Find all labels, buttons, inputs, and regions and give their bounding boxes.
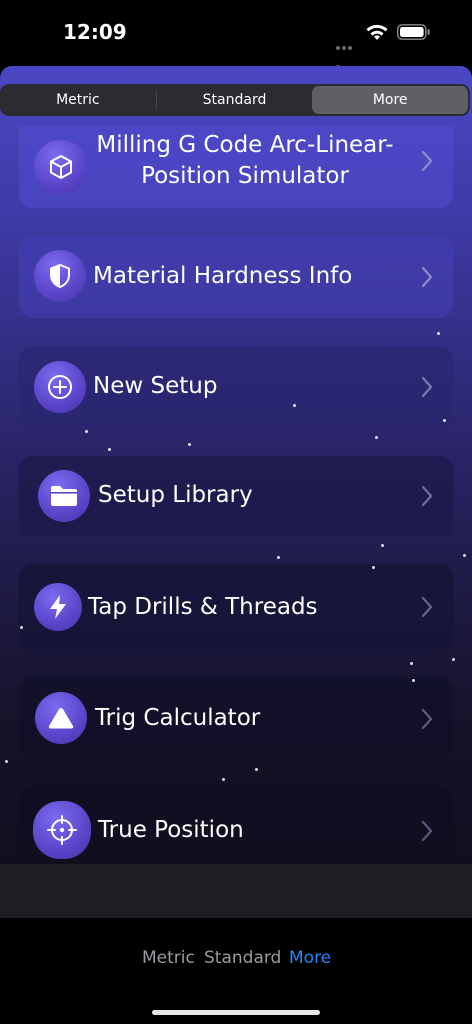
cellular-signal-icon	[336, 35, 358, 69]
star-decoration	[188, 443, 191, 446]
status-time: 12:09	[63, 20, 127, 44]
tab-bar: Metric Standard More	[0, 918, 472, 1024]
star-decoration	[452, 658, 455, 661]
segment-metric[interactable]: Metric	[0, 86, 156, 114]
list-item-label: Tap Drills & Threads	[88, 594, 318, 620]
shield-icon-circle	[34, 250, 86, 302]
star-decoration	[372, 566, 375, 569]
list-item-label: Material Hardness Info	[93, 263, 353, 289]
star-decoration	[20, 626, 23, 629]
list-item-milling-simulator[interactable]: Milling G Code Arc-Linear- Position Simu…	[19, 126, 453, 208]
triangle-icon	[48, 708, 74, 729]
battery-icon	[397, 24, 430, 40]
segment-more[interactable]: More	[312, 86, 469, 114]
shield-icon	[50, 263, 70, 289]
plus-circle-icon	[48, 375, 72, 399]
list-item-label: True Position	[98, 817, 244, 843]
tab-standard[interactable]: Standard	[204, 948, 281, 968]
list-item-tap-drills[interactable]: Tap Drills & Threads	[19, 564, 453, 650]
list-item-label: New Setup	[93, 373, 218, 399]
star-decoration	[293, 404, 296, 407]
home-indicator[interactable]	[152, 1010, 320, 1015]
bolt-icon-circle	[34, 583, 82, 631]
star-decoration	[412, 679, 415, 682]
list-item-label-line1: Milling G Code Arc-Linear-	[96, 132, 394, 158]
crosshair-icon-circle	[33, 801, 91, 859]
star-decoration	[222, 778, 225, 781]
chevron-right-icon	[421, 596, 433, 618]
list-item-true-position[interactable]: True Position	[19, 786, 453, 864]
bottom-band	[0, 864, 472, 918]
folder-icon-circle	[38, 470, 90, 522]
star-decoration	[108, 448, 111, 451]
triangle-icon-circle	[35, 692, 87, 744]
cube-icon-circle	[34, 140, 88, 194]
status-bar: 12:09	[0, 0, 472, 69]
crosshair-icon	[47, 815, 77, 845]
chevron-right-icon	[421, 266, 433, 288]
star-decoration	[443, 419, 446, 422]
list-item-label: Trig Calculator	[95, 705, 261, 731]
star-decoration	[277, 556, 280, 559]
star-decoration	[463, 554, 466, 557]
list-item-setup-library[interactable]: Setup Library	[19, 456, 453, 536]
star-decoration	[85, 430, 88, 433]
star-decoration	[410, 662, 413, 665]
chevron-right-icon	[421, 150, 433, 172]
tools-list: Milling G Code Arc-Linear- Position Simu…	[0, 126, 472, 864]
segment-standard[interactable]: Standard	[157, 86, 313, 114]
plus-circle-icon-circle	[34, 361, 86, 413]
star-decoration	[381, 544, 384, 547]
tab-more[interactable]: More	[289, 948, 331, 968]
wifi-icon	[366, 24, 388, 40]
chevron-right-icon	[421, 820, 433, 842]
list-item-label: Milling G Code Arc-Linear- Position Simu…	[95, 130, 395, 192]
list-item-label-line2: Position Simulator	[141, 163, 349, 189]
star-decoration	[437, 332, 440, 335]
star-decoration	[255, 768, 258, 771]
cube-icon	[50, 155, 72, 179]
star-decoration	[375, 436, 378, 439]
list-item-label: Setup Library	[98, 482, 253, 508]
list-item-trig-calculator[interactable]: Trig Calculator	[19, 678, 453, 758]
chevron-right-icon	[421, 485, 433, 507]
chevron-right-icon	[421, 708, 433, 730]
chevron-right-icon	[421, 376, 433, 398]
star-decoration	[5, 760, 8, 763]
folder-icon	[51, 486, 77, 506]
bolt-icon	[50, 595, 66, 619]
segmented-control: Metric Standard More	[0, 84, 470, 116]
list-item-new-setup[interactable]: New Setup	[19, 346, 453, 428]
list-item-material-hardness[interactable]: Material Hardness Info	[19, 236, 453, 318]
tab-metric[interactable]: Metric	[142, 948, 195, 968]
